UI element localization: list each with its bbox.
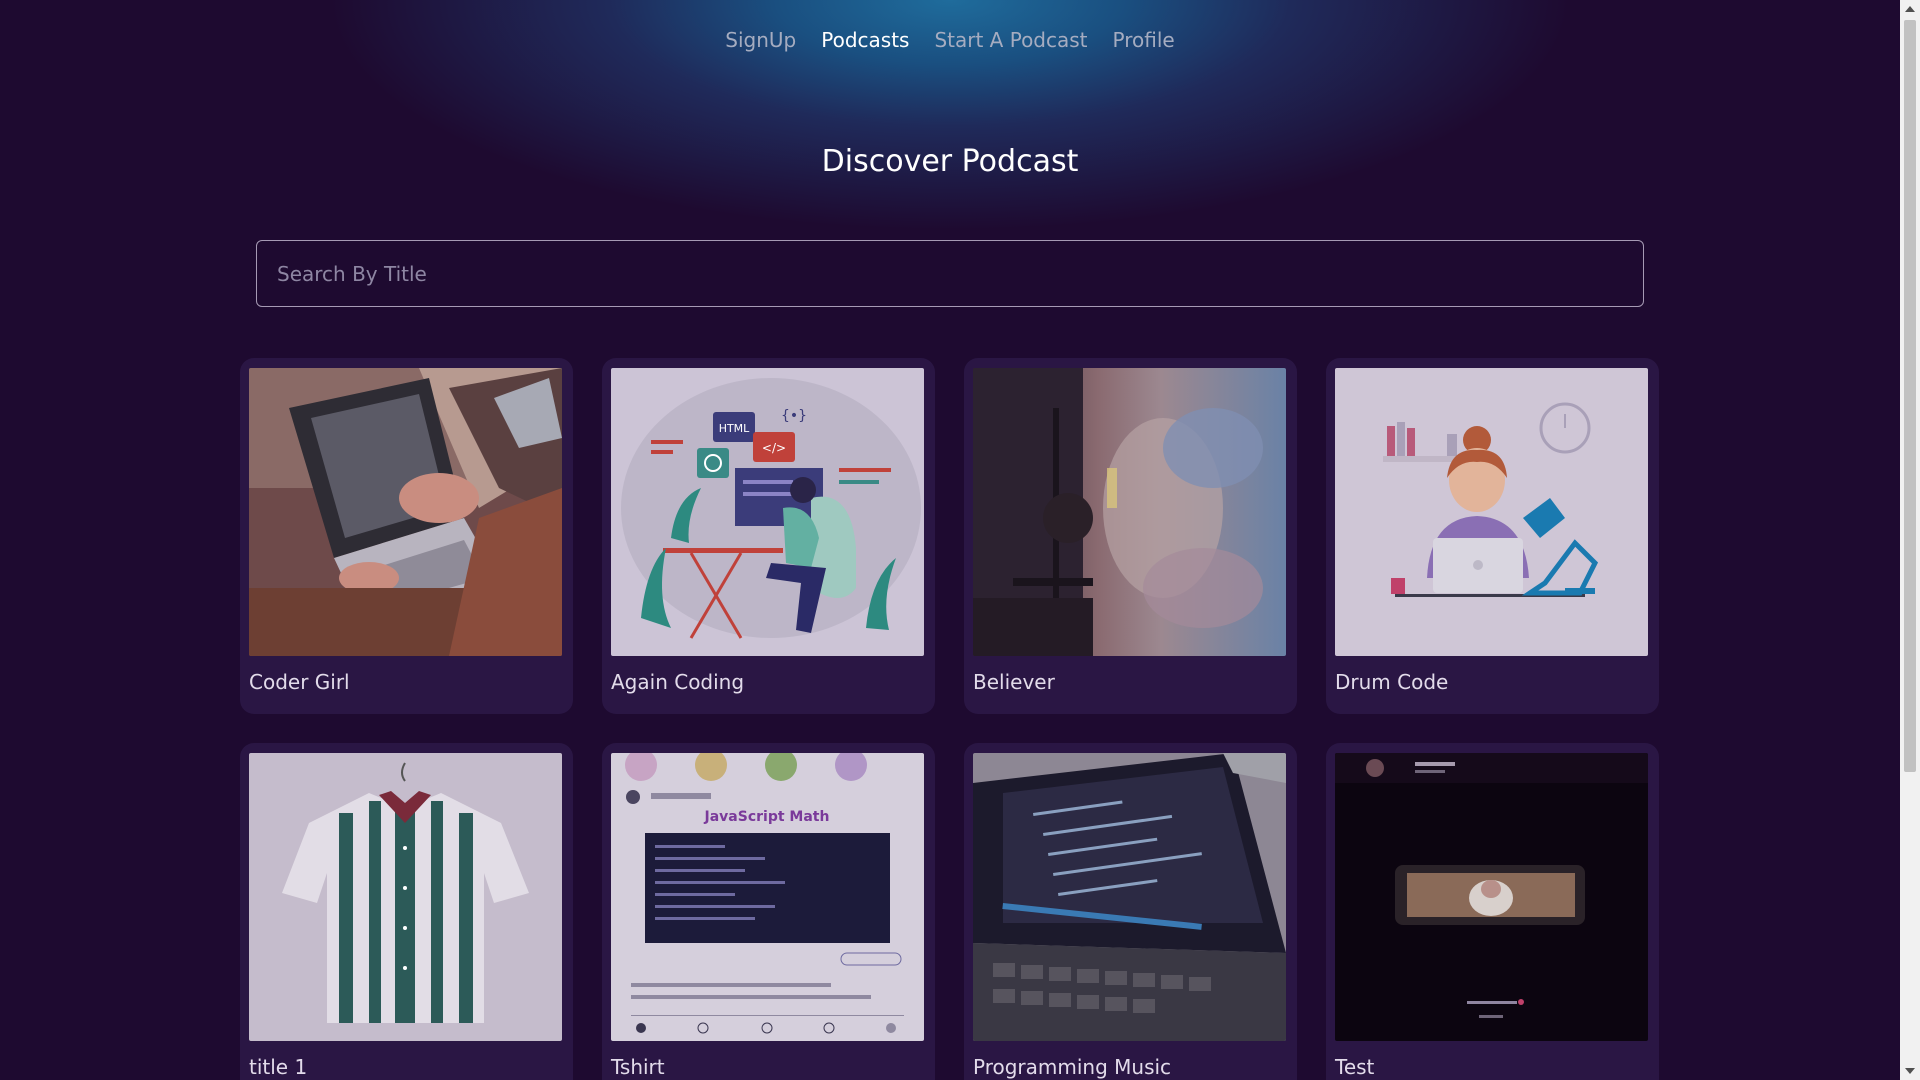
podcast-card[interactable]: title 1 — [240, 743, 573, 1080]
podcast-title: Coder Girl — [249, 670, 350, 694]
dark-video-screenshot — [1335, 753, 1648, 1041]
laptop-code-image — [973, 753, 1286, 1041]
podcast-thumbnail — [973, 368, 1286, 656]
podcast-card[interactable]: HTML </> {•} Again Coding — [602, 358, 935, 714]
sunset-sky-image — [973, 368, 1286, 656]
svg-text:{•}: {•} — [781, 408, 807, 424]
search-input[interactable] — [256, 240, 1644, 307]
podcast-thumbnail: HTML </> {•} — [611, 368, 924, 656]
podcast-title: Test — [1335, 1055, 1375, 1079]
scroll-up-icon[interactable] — [1905, 6, 1915, 12]
javascript-math-screenshot: JavaScript Math — [611, 753, 924, 1041]
podcast-card[interactable]: Test — [1326, 743, 1659, 1080]
scroll-down-icon[interactable] — [1905, 1068, 1915, 1074]
podcast-card[interactable]: Coder Girl — [240, 358, 573, 714]
podcast-grid: Coder Girl HTML </> {•} Again Coding Bel… — [240, 358, 1659, 1080]
podcast-thumbnail — [1335, 368, 1648, 656]
striped-shirt-image — [249, 753, 562, 1041]
podcast-card[interactable]: Programming Music — [964, 743, 1297, 1080]
podcast-card[interactable]: JavaScript Math Tshirt — [602, 743, 935, 1080]
woman-laptop-illustration — [1335, 368, 1648, 656]
nav-signup[interactable]: SignUp — [725, 28, 796, 52]
top-nav: SignUp Podcasts Start A Podcast Profile — [0, 28, 1900, 52]
nav-start-a-podcast[interactable]: Start A Podcast — [934, 28, 1087, 52]
page-title: Discover Podcast — [821, 144, 1079, 179]
podcast-thumbnail — [1335, 753, 1648, 1041]
nav-profile[interactable]: Profile — [1113, 28, 1175, 52]
scrollbar-thumb[interactable] — [1904, 20, 1916, 772]
podcast-title: Again Coding — [611, 670, 745, 694]
podcast-title: title 1 — [249, 1055, 308, 1079]
podcast-card[interactable]: Drum Code — [1326, 358, 1659, 714]
podcast-card[interactable]: Believer — [964, 358, 1297, 714]
podcast-thumbnail — [249, 753, 562, 1041]
podcast-title: Tshirt — [611, 1055, 665, 1079]
vertical-scrollbar[interactable] — [1900, 0, 1920, 1080]
podcast-title: Believer — [973, 670, 1055, 694]
people-typing-image — [249, 368, 562, 656]
nav-podcasts[interactable]: Podcasts — [821, 28, 909, 52]
podcast-thumbnail — [249, 368, 562, 656]
podcasts-page: SignUp Podcasts Start A Podcast Profile … — [0, 0, 1900, 1080]
podcast-thumbnail — [973, 753, 1286, 1041]
svg-text:JavaScript Math: JavaScript Math — [704, 809, 830, 825]
podcast-title: Drum Code — [1335, 670, 1449, 694]
svg-text:</>: </> — [762, 441, 786, 455]
podcast-title: Programming Music — [973, 1055, 1172, 1079]
developer-illustration: HTML </> {•} — [611, 368, 924, 656]
podcast-thumbnail: JavaScript Math — [611, 753, 924, 1041]
svg-text:HTML: HTML — [719, 422, 750, 435]
